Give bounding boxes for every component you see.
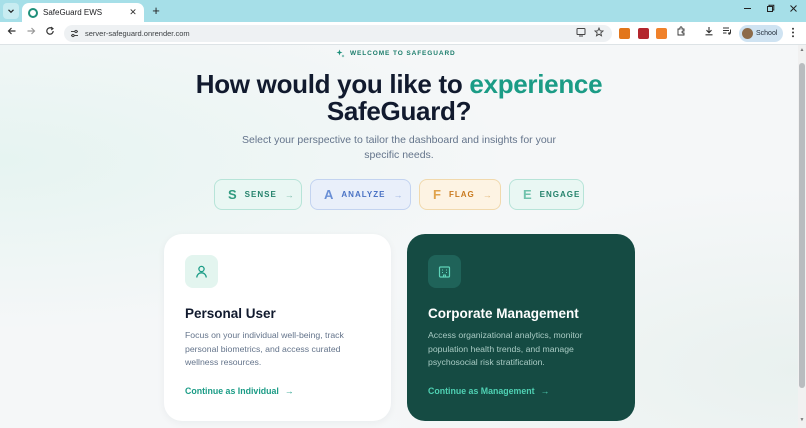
personal-card-description: Focus on your individual well-being, tra… bbox=[185, 330, 344, 367]
corporate-card-title: Corporate Management bbox=[428, 306, 579, 321]
flag-label: FLAG bbox=[448, 190, 475, 199]
extension-red-icon[interactable] bbox=[638, 28, 649, 39]
browser-toolbar: server-safeguard.onrender.com School bbox=[0, 22, 806, 45]
chevron-down-icon bbox=[8, 9, 14, 14]
reload-icon[interactable] bbox=[43, 26, 57, 40]
continue-individual-label: Continue as Individual bbox=[185, 386, 279, 396]
mode-pill-engage[interactable]: E ENGAGE bbox=[509, 179, 584, 210]
profile-button[interactable]: School bbox=[739, 25, 783, 42]
avatar bbox=[742, 28, 753, 39]
page-title: How would you like to experience SafeGua… bbox=[0, 71, 798, 125]
sense-letter: S bbox=[228, 187, 237, 202]
sense-arrow-icon: → bbox=[284, 189, 294, 200]
scrollbar-thumb[interactable] bbox=[799, 63, 805, 388]
new-tab-button[interactable]: + bbox=[149, 3, 163, 19]
mode-pill-analyze[interactable]: A ANALYZE → bbox=[310, 179, 411, 210]
continue-individual-link[interactable]: Continue as Individual → bbox=[185, 386, 294, 396]
tab-search-button[interactable] bbox=[3, 3, 19, 19]
continue-management-link[interactable]: Continue as Management → bbox=[428, 386, 549, 396]
continue-management-label: Continue as Management bbox=[428, 386, 535, 396]
user-icon bbox=[185, 255, 218, 288]
restore-icon[interactable] bbox=[763, 3, 777, 17]
flag-arrow-icon: → bbox=[482, 189, 492, 200]
tab-title: SafeGuard EWS bbox=[43, 8, 103, 17]
engage-letter: E bbox=[523, 187, 532, 202]
address-bar[interactable]: server-safeguard.onrender.com bbox=[64, 25, 612, 42]
headline-part2: SafeGuard? bbox=[326, 96, 472, 126]
install-icon[interactable] bbox=[576, 27, 586, 37]
headline-part1: How would you like to bbox=[195, 69, 463, 99]
mode-pill-flag[interactable]: F FLAG → bbox=[419, 179, 501, 210]
metamask-extension-icon[interactable] bbox=[619, 28, 630, 39]
menu-icon[interactable] bbox=[791, 27, 795, 41]
page-scrollbar[interactable]: ▲ ▼ bbox=[798, 45, 806, 428]
personal-card-title: Personal User bbox=[185, 306, 276, 321]
analyze-letter: A bbox=[324, 187, 334, 202]
download-icon[interactable] bbox=[702, 26, 716, 40]
flag-letter: F bbox=[433, 187, 441, 202]
welcome-text: WELCOME TO SAFEGUARD bbox=[350, 50, 456, 57]
arrow-right-icon: → bbox=[284, 386, 294, 396]
star-icon[interactable] bbox=[594, 27, 604, 37]
arrow-right-icon: → bbox=[540, 386, 550, 396]
page-viewport: WELCOME TO SAFEGUARD How would you like … bbox=[0, 45, 798, 428]
personal-user-card[interactable]: Personal User Focus on your individual w… bbox=[164, 234, 391, 421]
sense-label: SENSE bbox=[244, 190, 277, 199]
scroll-up-icon[interactable]: ▲ bbox=[799, 47, 805, 53]
close-window-icon[interactable] bbox=[786, 3, 800, 17]
extension-orange-icon[interactable] bbox=[656, 28, 667, 39]
mode-pill-sense[interactable]: S SENSE → bbox=[214, 179, 302, 210]
browser-tab-active[interactable]: SafeGuard EWS ✕ bbox=[22, 3, 144, 22]
tab-close-icon[interactable]: ✕ bbox=[128, 7, 138, 18]
page-subtitle: Select your perspective to tailor the da… bbox=[241, 134, 556, 161]
url-text: server-safeguard.onrender.com bbox=[85, 29, 190, 38]
safeguard-favicon-icon bbox=[28, 7, 38, 18]
tab-strip: SafeGuard EWS ✕ + bbox=[0, 0, 806, 22]
analyze-label: ANALYZE bbox=[341, 190, 386, 199]
minimize-icon[interactable] bbox=[740, 3, 754, 17]
media-icon[interactable] bbox=[720, 26, 734, 40]
extensions-icon[interactable] bbox=[674, 26, 688, 40]
scroll-down-icon[interactable]: ▼ bbox=[799, 417, 805, 423]
site-info-icon[interactable] bbox=[70, 29, 79, 38]
engage-label: ENGAGE bbox=[539, 190, 581, 199]
welcome-badge: WELCOME TO SAFEGUARD bbox=[336, 48, 456, 59]
headline-accent: experience bbox=[469, 69, 603, 99]
forward-arrow-icon[interactable] bbox=[24, 26, 38, 40]
building-icon bbox=[428, 255, 461, 288]
sparkle-icon bbox=[336, 49, 345, 58]
back-arrow-icon[interactable] bbox=[5, 26, 19, 40]
analyze-arrow-icon: → bbox=[393, 189, 403, 200]
profile-name: School bbox=[756, 30, 778, 37]
corporate-card-description: Access organizational analytics, monitor… bbox=[428, 330, 583, 367]
corporate-management-card[interactable]: Corporate Management Access organization… bbox=[407, 234, 635, 421]
